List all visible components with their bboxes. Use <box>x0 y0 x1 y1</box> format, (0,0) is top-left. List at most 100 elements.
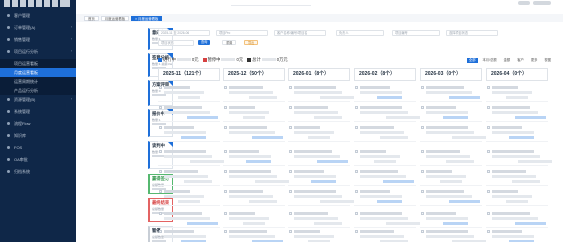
item-checkbox[interactable] <box>355 170 358 173</box>
item-checkbox[interactable] <box>487 190 490 193</box>
project-item[interactable] <box>288 84 354 102</box>
sidebar-item-2[interactable]: 销售管理 › <box>0 35 76 44</box>
item-checkbox[interactable] <box>224 86 227 89</box>
project-item[interactable] <box>486 168 548 186</box>
status-filter[interactable]: 选择项目状态 <box>446 30 498 36</box>
project-item[interactable] <box>354 148 416 166</box>
project-item[interactable] <box>486 104 548 122</box>
item-checkbox[interactable] <box>159 190 162 193</box>
sidebar-item-6[interactable]: 运营周期统计 <box>0 77 76 86</box>
column-header[interactable]: 2026-01（8个） <box>288 68 350 81</box>
user-avatar[interactable] <box>533 1 551 5</box>
item-checkbox[interactable] <box>421 150 424 153</box>
project-item[interactable] <box>354 188 416 206</box>
project-item[interactable] <box>288 228 350 242</box>
item-checkbox[interactable] <box>289 106 292 109</box>
item-checkbox[interactable] <box>224 230 227 233</box>
project-item[interactable] <box>420 168 482 186</box>
item-checkbox[interactable] <box>487 150 490 153</box>
item-checkbox[interactable] <box>224 126 227 129</box>
item-checkbox[interactable] <box>487 126 490 129</box>
project-item[interactable] <box>288 148 350 166</box>
project-item[interactable] <box>223 148 285 166</box>
column-header[interactable]: 2026-03（0个） <box>420 68 482 81</box>
item-checkbox[interactable] <box>355 212 358 215</box>
project-item[interactable] <box>354 84 416 102</box>
sidebar-item-14[interactable]: 归档系统 <box>0 167 76 176</box>
item-checkbox[interactable] <box>487 170 490 173</box>
item-checkbox[interactable] <box>355 230 358 233</box>
sidebar-item-12[interactable]: FOS <box>0 143 76 152</box>
project-item[interactable] <box>420 148 482 166</box>
search-button[interactable]: 查询 <box>198 40 211 45</box>
item-checkbox[interactable] <box>224 212 227 215</box>
sidebar-item-1[interactable]: 订单管理(A) › <box>0 23 76 32</box>
item-checkbox[interactable] <box>159 106 162 109</box>
item-checkbox[interactable] <box>487 230 490 233</box>
item-checkbox[interactable] <box>289 170 292 173</box>
item-checkbox[interactable] <box>355 86 358 89</box>
item-checkbox[interactable] <box>421 170 424 173</box>
sidebar-item-4[interactable]: 项目运营看板 <box>0 59 76 68</box>
project-filter[interactable]: 项目Pro <box>216 30 268 36</box>
project-item[interactable] <box>158 168 220 186</box>
project-item[interactable] <box>223 188 285 206</box>
item-checkbox[interactable] <box>289 126 292 129</box>
project-item[interactable] <box>288 210 350 228</box>
item-checkbox[interactable] <box>289 212 292 215</box>
tab-0[interactable]: 首页 <box>84 15 99 21</box>
project-item[interactable] <box>158 124 220 142</box>
view-option-0[interactable]: 全部 <box>466 58 478 63</box>
project-status-select[interactable]: 项目状态 <box>158 40 194 46</box>
project-item[interactable] <box>158 210 220 228</box>
sidebar-item-11[interactable]: 知识库 <box>0 131 76 140</box>
item-checkbox[interactable] <box>159 86 162 89</box>
project-item[interactable] <box>354 210 420 228</box>
project-item[interactable] <box>420 210 482 228</box>
date-range-input[interactable]: 2025-11 至 2026-06 <box>158 30 210 36</box>
project-item[interactable] <box>420 188 482 206</box>
item-checkbox[interactable] <box>224 106 227 109</box>
item-checkbox[interactable] <box>487 106 490 109</box>
project-item[interactable] <box>288 188 354 206</box>
item-checkbox[interactable] <box>355 150 358 153</box>
item-checkbox[interactable] <box>289 86 292 89</box>
sidebar-item-0[interactable]: 客户管理 <box>0 11 76 20</box>
project-item[interactable] <box>223 104 285 122</box>
item-checkbox[interactable] <box>421 126 424 129</box>
column-header[interactable]: 2026-02（8个） <box>354 68 416 81</box>
item-checkbox[interactable] <box>224 150 227 153</box>
item-checkbox[interactable] <box>421 230 424 233</box>
item-checkbox[interactable] <box>421 190 424 193</box>
project-item[interactable] <box>486 210 548 228</box>
column-header[interactable]: 2026-04（0个） <box>486 68 548 81</box>
view-option-1[interactable]: 本月/总额 <box>481 58 499 63</box>
reset-button[interactable]: 重置 <box>222 40 237 45</box>
item-checkbox[interactable] <box>224 170 227 173</box>
project-item[interactable] <box>223 168 289 186</box>
view-option-5[interactable]: 视图 <box>542 58 553 63</box>
project-item[interactable] <box>158 104 220 122</box>
project-item[interactable] <box>486 84 548 102</box>
project-item[interactable] <box>486 228 548 242</box>
project-item[interactable] <box>420 124 486 142</box>
item-checkbox[interactable] <box>289 190 292 193</box>
item-checkbox[interactable] <box>487 86 490 89</box>
column-header[interactable]: 2025-11（121个） <box>158 68 220 81</box>
item-checkbox[interactable] <box>421 86 424 89</box>
project-item[interactable] <box>223 84 285 102</box>
project-item[interactable] <box>158 148 224 166</box>
project-item[interactable] <box>420 228 486 242</box>
view-option-4[interactable]: 更多 <box>529 58 540 63</box>
item-checkbox[interactable] <box>289 230 292 233</box>
sidebar-item-7[interactable]: 产品运行分析 <box>0 86 76 95</box>
project-item[interactable] <box>354 104 420 122</box>
project-item[interactable] <box>354 228 416 242</box>
item-checkbox[interactable] <box>355 106 358 109</box>
sidebar-item-10[interactable]: 流程Flow <box>0 119 76 128</box>
item-checkbox[interactable] <box>355 190 358 193</box>
project-item[interactable] <box>223 228 285 242</box>
project-item[interactable] <box>354 124 416 142</box>
project-item[interactable] <box>486 124 548 142</box>
project-item[interactable] <box>288 168 350 186</box>
